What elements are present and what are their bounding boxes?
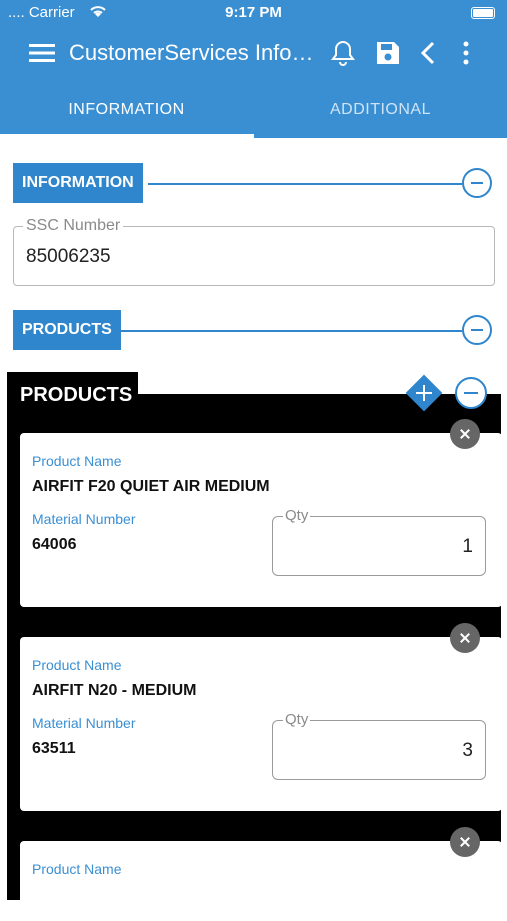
qty-value: 3 <box>462 740 473 761</box>
save-icon[interactable] <box>373 38 403 68</box>
panel-header-strip <box>138 372 501 394</box>
remove-product-button[interactable] <box>450 623 480 653</box>
material-number-label: Material Number <box>32 715 136 731</box>
information-section-label: INFORMATION <box>13 163 143 203</box>
remove-product-button[interactable] <box>450 827 480 857</box>
tab-additional[interactable]: ADDITIONAL <box>254 90 507 138</box>
toolbar: CustomerServices Information <box>0 30 507 78</box>
material-number-value: 63511 <box>32 740 76 757</box>
ssc-number-value: 85006235 <box>26 246 111 267</box>
product-card: Product Name <box>20 841 502 921</box>
product-name-label: Product Name <box>32 861 122 877</box>
products-panel-heading: PRODUCTS <box>20 384 133 406</box>
product-card: Product Name AIRFIT F20 QUIET AIR MEDIUM… <box>20 433 502 607</box>
products-section-header: PRODUCTS <box>13 310 495 350</box>
app-bar: .... Carrier 9:17 PM CustomerServices In… <box>0 0 507 138</box>
status-bar: .... Carrier 9:17 PM <box>0 0 507 26</box>
remove-product-button[interactable] <box>450 419 480 449</box>
page-title: CustomerServices Information <box>69 40 319 65</box>
tab-indicator <box>0 134 254 138</box>
qty-value: 1 <box>462 536 473 557</box>
product-name-value: AIRFIT N20 - MEDIUM <box>32 682 197 699</box>
product-name-value: AIRFIT F20 QUIET AIR MEDIUM <box>32 478 270 495</box>
back-icon[interactable] <box>413 38 443 68</box>
more-icon[interactable] <box>451 38 481 68</box>
qty-field[interactable]: Qty 1 <box>272 507 486 576</box>
product-name-label: Product Name <box>32 657 122 673</box>
section-divider <box>148 183 462 185</box>
product-name-label: Product Name <box>32 453 122 469</box>
tab-information[interactable]: INFORMATION <box>0 90 253 138</box>
menu-icon[interactable] <box>27 38 57 68</box>
ssc-number-legend: SSC Number <box>23 217 124 235</box>
remove-products-button[interactable] <box>455 377 487 409</box>
battery-icon <box>471 7 495 19</box>
product-card: Product Name AIRFIT N20 - MEDIUM Materia… <box>20 637 502 811</box>
products-panel: PRODUCTS Product Name AIRFIT F20 QUIET A… <box>7 372 502 921</box>
collapse-information-button[interactable] <box>462 168 492 198</box>
material-number-label: Material Number <box>32 511 136 527</box>
bell-icon[interactable] <box>328 38 358 68</box>
ssc-number-field[interactable]: SSC Number 85006235 <box>13 217 495 286</box>
collapse-products-button[interactable] <box>462 315 492 345</box>
products-section-label: PRODUCTS <box>13 310 121 350</box>
information-section-header: INFORMATION <box>13 163 495 203</box>
qty-legend: Qty <box>283 711 311 728</box>
tab-bar: INFORMATION ADDITIONAL <box>0 90 507 138</box>
qty-field[interactable]: Qty 3 <box>272 711 486 780</box>
qty-legend: Qty <box>283 507 311 524</box>
section-divider <box>121 330 462 332</box>
status-time: 9:17 PM <box>225 4 282 21</box>
material-number-value: 64006 <box>32 536 77 553</box>
